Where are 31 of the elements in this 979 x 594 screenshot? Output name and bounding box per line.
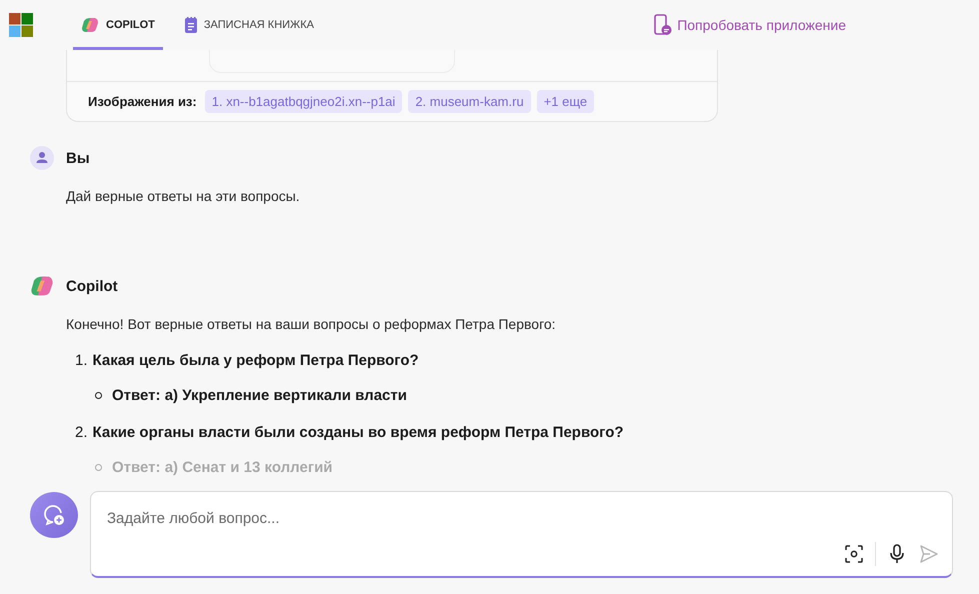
copilot-logo-icon [81, 17, 99, 33]
tab[interactable]: ЗАПИСНАЯ КНИЖКА [176, 0, 322, 50]
scan-icon [845, 545, 863, 563]
message-text: Конечно! Вот верные ответы на ваши вопросы о реформах Петра Первого: [66, 316, 557, 332]
camera-button[interactable] [843, 543, 865, 565]
phone-chat-icon [654, 14, 672, 36]
question-text: Какие органы власти были созданы во время реформ Петра Первого? [92, 424, 624, 441]
answer-text: Ответ: а) Укрепление вертикали власти [112, 387, 407, 404]
list-number: 2. [75, 424, 88, 441]
list-number: 1. [75, 352, 88, 369]
microphone-icon [888, 544, 906, 564]
user-avatar-icon [30, 146, 54, 170]
source-chip[interactable]: +1 еще [536, 90, 594, 113]
question-input-field[interactable]: Задайте любой вопрос... [105, 509, 709, 528]
author-name: Copilot [66, 278, 118, 294]
try-app-link[interactable]: Попробовать приложение [654, 14, 846, 36]
bullet-icon [95, 464, 102, 471]
sources-label: Изображения из: [88, 94, 197, 109]
answer-text: Ответ: а) Сенат и 13 коллегий [112, 459, 333, 476]
bullet-icon [95, 392, 102, 399]
windows-logo-icon [9, 13, 33, 37]
new-chat-button[interactable] [30, 492, 78, 538]
message-text: Дай верные ответы на эти вопросы. [66, 188, 301, 204]
author-name: Вы [66, 150, 90, 166]
notebook-icon [184, 17, 197, 33]
copilot-logo-icon [30, 274, 54, 298]
source-chip[interactable]: 1. xn--b1agatbqgjneo2i.xn--p1ai [204, 90, 402, 113]
new-chat-icon [42, 503, 66, 527]
question-text: Какая цель была у реформ Петра Первого? [92, 352, 419, 369]
source-chip[interactable]: 2. museum-kam.ru [408, 90, 531, 113]
send-icon [920, 545, 938, 563]
